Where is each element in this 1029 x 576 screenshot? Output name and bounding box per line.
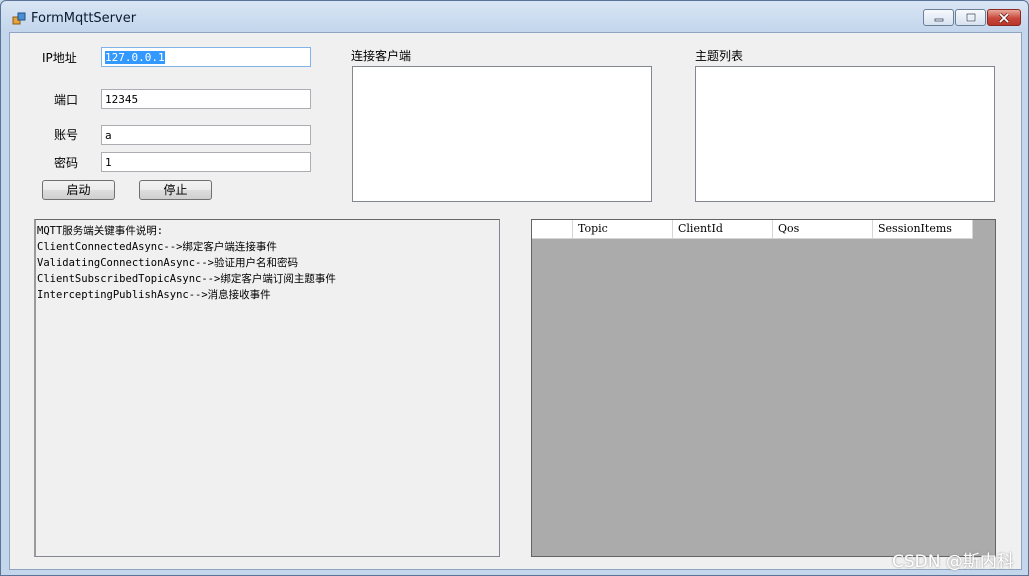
column-header-sessionitems[interactable]: SessionItems xyxy=(873,220,973,239)
log-line: ClientSubscribedTopicAsync-->绑定客户端订阅主题事件 xyxy=(37,273,336,285)
title-bar[interactable]: FormMqttServer xyxy=(1,1,1028,33)
topics-label: 主题列表 xyxy=(695,49,744,63)
watermark: CSDN @斯内科 xyxy=(892,552,1014,572)
app-icon xyxy=(12,12,26,25)
stop-button[interactable]: 停止 xyxy=(139,180,212,200)
column-header-clientid[interactable]: ClientId xyxy=(673,220,773,239)
log-line: ValidatingConnectionAsync-->验证用户名和密码 xyxy=(37,257,299,269)
minimize-button[interactable] xyxy=(923,9,954,26)
grid-row-header-corner xyxy=(532,220,573,239)
close-icon xyxy=(998,12,1010,23)
port-label: 端口 xyxy=(54,93,79,107)
log-line: InterceptingPublishAsync-->消息接收事件 xyxy=(37,289,271,301)
topics-listbox[interactable] xyxy=(695,66,995,202)
log-line: ClientConnectedAsync-->绑定客户端连接事件 xyxy=(37,241,277,253)
ip-value: 127.0.0.1 xyxy=(105,51,165,64)
close-button[interactable] xyxy=(987,9,1021,26)
column-header-topic[interactable]: Topic xyxy=(573,220,673,239)
window-title: FormMqttServer xyxy=(31,11,137,26)
start-button[interactable]: 启动 xyxy=(42,180,115,200)
account-label: 账号 xyxy=(54,128,79,142)
clients-listbox[interactable] xyxy=(352,66,652,202)
port-input[interactable]: 12345 xyxy=(101,89,311,109)
ip-input[interactable]: 127.0.0.1 xyxy=(101,47,311,67)
minimize-icon xyxy=(934,18,943,21)
password-input[interactable]: 1 xyxy=(101,152,311,172)
subscriptions-datagrid[interactable]: Topic ClientId Qos SessionItems xyxy=(531,219,996,557)
password-label: 密码 xyxy=(54,156,79,170)
main-window: FormMqttServer IP地址 127.0.0.1 端口 12345 账… xyxy=(0,0,1029,576)
account-input[interactable]: a xyxy=(101,125,311,145)
event-log-textbox[interactable]: MQTT服务端关键事件说明: ClientConnectedAsync-->绑定… xyxy=(34,219,500,557)
ip-label: IP地址 xyxy=(42,51,77,65)
maximize-button[interactable] xyxy=(955,9,986,26)
restore-icon xyxy=(965,12,976,22)
grid-header: Topic ClientId Qos SessionItems xyxy=(532,220,973,239)
log-line: MQTT服务端关键事件说明: xyxy=(37,225,164,237)
clients-label: 连接客户端 xyxy=(351,49,412,63)
form-client-area: IP地址 127.0.0.1 端口 12345 账号 a 密码 1 启动 停止 … xyxy=(9,32,1022,570)
column-header-qos[interactable]: Qos xyxy=(773,220,873,239)
